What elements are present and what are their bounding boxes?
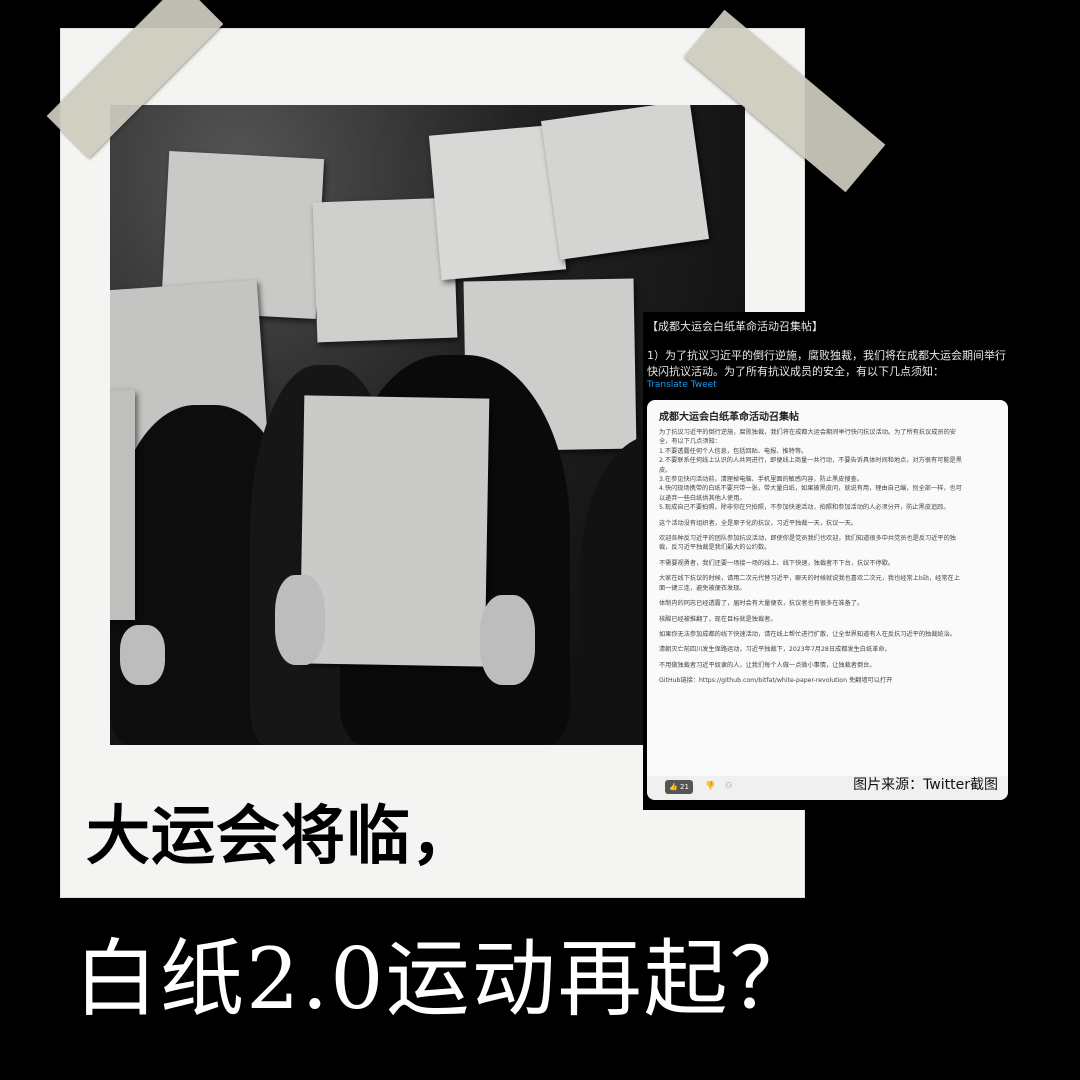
card-line: GitHub链接：https://github.com/bitfat/white… bbox=[659, 677, 893, 685]
card-line: 以递弃一些白纸供其他人使用。 bbox=[659, 494, 746, 502]
card-line: 裁，反习近平独裁是我们最大的公约数。 bbox=[659, 544, 771, 552]
card-line: 3.在参见快闪活动前，清理掉电脑、手机里面的敏感内容，防止黑皮搜查。 bbox=[659, 476, 863, 484]
hand bbox=[120, 625, 165, 685]
tweet-title: 【成都大运会白纸革命活动召集帖】 bbox=[647, 320, 823, 333]
share-icon[interactable]: ⚇ bbox=[725, 781, 732, 790]
card-line: 欢迎各种反习近平的团队参加抗议活动，即使你是党员我们也欢迎，我们知道很多中共党员… bbox=[659, 535, 956, 543]
card-line: 为了抗议习近平的倒行逆施，腐败独裁，我们将在成都大运会期间举行快闪抗议活动。为了… bbox=[659, 429, 956, 436]
card-line: 不用做独裁者习近平奴隶的人，让我们每个人做一点微小事情，让独裁者倒台。 bbox=[659, 661, 876, 669]
thumbs-up-icon: 👍 bbox=[669, 783, 678, 791]
hand bbox=[480, 595, 535, 685]
card-line: 体制内的同志已经透露了，届时会有大量便衣，抗议者也有很多在准备了。 bbox=[659, 600, 864, 608]
card-title: 成都大运会白纸革命活动召集帖 bbox=[659, 412, 799, 423]
card-line: 面一键三连，避免被便衣发现。 bbox=[659, 584, 746, 592]
hand bbox=[275, 575, 325, 665]
card-line: 5.现成自己不要拍照，除非你在只拍照，不参加快速活动，拍照和参加活动的人必须分开… bbox=[659, 504, 950, 512]
like-button[interactable]: 👍 21 bbox=[665, 780, 693, 794]
twitter-screenshot: 【成都大运会白纸革命活动召集帖】 1）为了抗议习近平的倒行逆施，腐败独裁，我们将… bbox=[643, 312, 1013, 810]
headline-line-1: 大运会将临， bbox=[86, 800, 476, 874]
card-line: 2.不要联系任何线上认识的人共同进行，即便线上商量一共行动，不要告诉具体时间和地… bbox=[659, 457, 962, 465]
card-line: 全，有以下几点须知： bbox=[659, 438, 721, 446]
card-line: 皮。 bbox=[659, 466, 672, 474]
card-line: 大家在线下抗议的时候，请用二次元代替习近平，聊天的时候就说我也喜欢二次元，我也经… bbox=[659, 575, 960, 583]
tweet-body: 1）为了抗议习近平的倒行逆施，腐败独裁，我们将在成都大运会期间举行快闪抗议活动。… bbox=[647, 349, 1006, 378]
card-line: 清朝灭亡前四川发生保路运动，习近平独裁下，2023年7月28日成都发生白纸革命。 bbox=[659, 646, 891, 654]
card-line: 不需要视勇者，我们还要一场接一场的线上、线下快速，独裁者不下台，抗议不停歇。 bbox=[659, 559, 895, 567]
blank-paper bbox=[110, 390, 135, 620]
card-line: 1.不要透露任何个人信息，包括回贴、电报、推特等。 bbox=[659, 447, 808, 455]
like-count: 21 bbox=[680, 783, 689, 791]
translate-tweet-link[interactable]: Translate Tweet bbox=[647, 380, 717, 390]
card-line: 如果你无法参加成都的线下快速活动，请在线上帮忙进行扩散，让全世界知道有人在反抗习… bbox=[659, 630, 956, 638]
card-action-bar: 👍 21 👎 ⚇ 图片来源：Twitter截图 bbox=[647, 776, 1008, 800]
card-paragraphs: 为了抗议习近平的倒行逆施，腐败独裁，我们将在成都大运会期间举行快闪抗议活动。为了… bbox=[659, 428, 999, 686]
card-line: 这个活动没有组织者，全是原子化的抗议，习近平独裁一天，抗议一天。 bbox=[659, 519, 857, 527]
card-line: 4.快闪现场携带的白纸不要只带一张，带大量白纸，如果被黑皮问，就说有用，理由自己… bbox=[659, 485, 962, 493]
headline-line-2: 白纸2.0运动再起？ bbox=[74, 930, 816, 1028]
blank-paper-front bbox=[299, 395, 490, 667]
card-line: 核酸已经被推翻了，现在目标就是独裁者。 bbox=[659, 615, 777, 623]
attached-image-card: 成都大运会白纸革命活动召集帖 为了抗议习近平的倒行逆施，腐败独裁，我们将在成都大… bbox=[647, 400, 1008, 800]
thumbs-down-icon[interactable]: 👎 bbox=[705, 781, 715, 790]
blank-paper bbox=[540, 105, 710, 260]
image-source-caption: 图片来源：Twitter截图 bbox=[853, 777, 998, 793]
